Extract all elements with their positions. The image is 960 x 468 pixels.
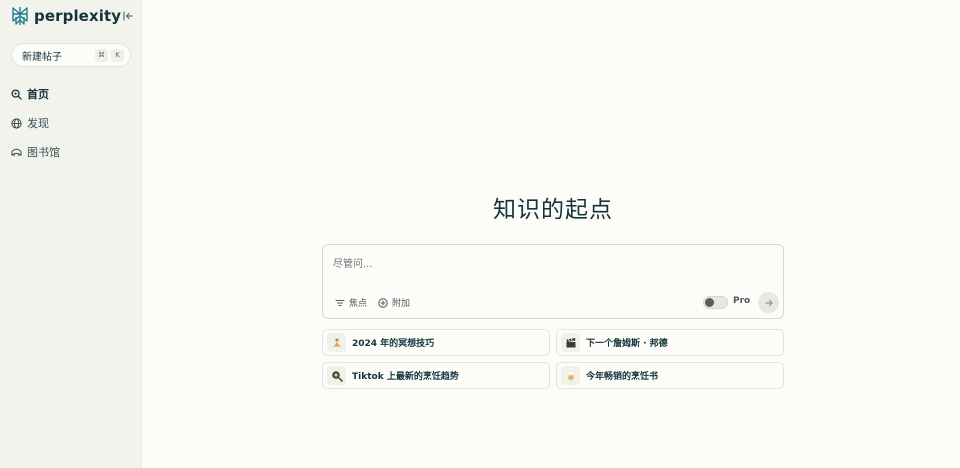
page-title: 知识的起点 xyxy=(493,197,613,223)
suggestion-label: 2024 年的冥想技巧 xyxy=(352,339,435,349)
perplexity-logo-icon xyxy=(12,7,28,25)
toggle-knob xyxy=(705,298,714,307)
ask-box: 焦点 附加 Pro xyxy=(322,244,784,319)
suggestion-card[interactable]: Tiktok 上最新的烹饪趋势 xyxy=(322,362,550,389)
shortcut-k-key: K xyxy=(111,48,124,62)
globe-icon xyxy=(11,117,22,129)
plus-circle-icon xyxy=(378,297,388,308)
sidebar: perplexity 新建帖子 ⌘ K 首页 发现 图书馆 xyxy=(0,0,142,468)
suggestion-card[interactable]: 下一个詹姆斯 · 邦德 xyxy=(556,329,784,356)
clapperboard-icon xyxy=(561,333,580,352)
focus-label: 焦点 xyxy=(349,299,368,309)
sidebar-item-discover[interactable]: 发现 xyxy=(11,115,131,131)
shortcut-cmd-key: ⌘ xyxy=(95,48,108,62)
search-icon xyxy=(11,88,22,100)
pro-toggle[interactable] xyxy=(703,296,728,309)
arrow-right-icon xyxy=(764,299,773,306)
library-icon xyxy=(11,148,22,156)
sidebar-item-label: 首页 xyxy=(27,88,49,101)
pro-label: Pro xyxy=(733,296,751,306)
suggestion-label: Tiktok 上最新的烹饪趋势 xyxy=(352,372,459,382)
submit-button[interactable] xyxy=(758,292,779,313)
ask-input[interactable] xyxy=(333,256,753,272)
suggestion-card[interactable]: 今年畅销的烹饪书 xyxy=(556,362,784,389)
sidebar-item-library[interactable]: 图书馆 xyxy=(11,144,131,160)
sidebar-nav: 首页 发现 图书馆 xyxy=(11,86,131,173)
suggestion-label: 下一个詹姆斯 · 邦德 xyxy=(586,339,668,349)
new-thread-label: 新建帖子 xyxy=(22,51,62,63)
collapse-sidebar-icon[interactable] xyxy=(121,9,135,23)
new-thread-button[interactable]: 新建帖子 ⌘ K xyxy=(11,43,131,67)
sidebar-item-label: 发现 xyxy=(27,117,49,130)
brand-name: perplexity xyxy=(34,7,122,25)
filter-icon xyxy=(335,299,345,306)
attach-button[interactable]: 附加 xyxy=(378,296,410,309)
chef-icon xyxy=(561,366,580,385)
meditation-icon xyxy=(327,333,346,352)
brand[interactable]: perplexity xyxy=(10,6,121,26)
suggestion-label: 今年畅销的烹饪书 xyxy=(586,372,659,382)
sidebar-item-label: 图书馆 xyxy=(27,146,60,159)
sidebar-item-home[interactable]: 首页 xyxy=(11,86,131,102)
attach-label: 附加 xyxy=(392,299,411,309)
suggestion-card[interactable]: 2024 年的冥想技巧 xyxy=(322,329,550,356)
frying-pan-icon xyxy=(327,366,346,385)
focus-button[interactable]: 焦点 xyxy=(335,296,367,309)
